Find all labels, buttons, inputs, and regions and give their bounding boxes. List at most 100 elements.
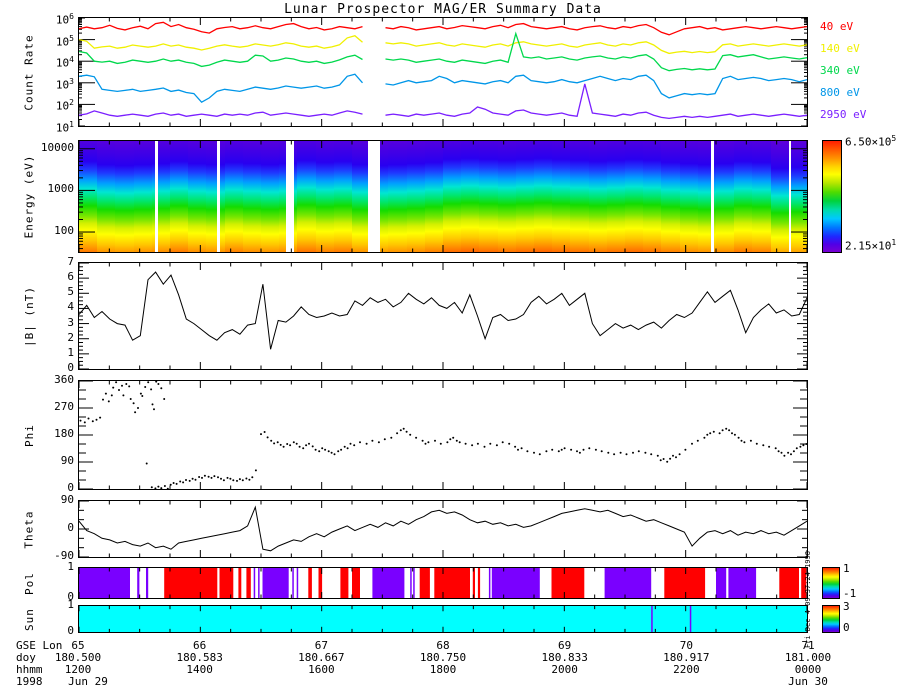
sun-event-line	[651, 606, 653, 632]
phi-dot	[112, 386, 115, 389]
count-rate-ytick: 106	[55, 12, 74, 27]
phi-dot	[324, 448, 327, 451]
xtick-hhmm: 1200	[64, 663, 92, 676]
phi-dot	[188, 479, 191, 482]
phi-dot	[118, 389, 120, 391]
phi-dot	[166, 487, 169, 489]
phi-dot	[279, 443, 282, 446]
phi-dot	[684, 448, 687, 451]
count_rate-plot	[79, 18, 807, 126]
phi-dot	[563, 447, 566, 450]
count-rate-ytick: 103	[55, 76, 74, 92]
phi-dot	[409, 433, 412, 436]
phi-dot	[154, 487, 157, 489]
phi-dot	[434, 439, 436, 442]
phi-ytick: 360	[54, 373, 74, 386]
phi-dot	[790, 453, 792, 456]
series-140-eV	[79, 34, 807, 55]
date-last-label: Jun 30	[788, 675, 828, 688]
phi-dot	[236, 479, 238, 482]
theta-panel	[78, 500, 808, 558]
phi-dot	[129, 398, 132, 400]
sun-colorbar-max-label: 3	[843, 600, 850, 613]
phi-dot	[270, 439, 273, 442]
phi-dot	[107, 400, 110, 403]
phi-dot	[248, 478, 251, 481]
phi-dot	[662, 458, 665, 460]
pol-segment	[296, 568, 299, 598]
phi-dot	[464, 442, 467, 445]
phi-dot	[245, 477, 248, 480]
phi-dot	[405, 430, 408, 433]
phi-dot	[125, 383, 128, 385]
phi-dot	[396, 432, 399, 435]
phi-dot	[390, 436, 393, 439]
bmag-ytick: 4	[67, 300, 74, 314]
phi-dot	[260, 433, 262, 436]
phi-dot	[191, 477, 194, 480]
series-2950-eV	[79, 83, 807, 120]
exponent: 1	[891, 238, 897, 247]
phi-dot	[155, 381, 158, 383]
phi-dot	[743, 441, 746, 444]
phi-dot	[588, 447, 591, 450]
phi-dot	[802, 444, 805, 447]
phi-ytick: 180	[54, 427, 74, 440]
phi-dot	[458, 441, 461, 444]
phi-dot	[179, 480, 182, 483]
phi-dot	[132, 402, 135, 405]
series-800-eV	[79, 73, 807, 104]
phi-dot	[471, 444, 474, 447]
legend-340-eV: 340 eV	[820, 64, 860, 77]
sun-ytick: 1	[67, 598, 74, 611]
phi-dot	[308, 442, 310, 445]
phi-dot	[557, 450, 560, 453]
phi-dot	[399, 429, 402, 432]
phi-dot	[222, 479, 225, 482]
pol-segment	[664, 568, 706, 598]
pol-segment	[219, 568, 234, 598]
sun-colorbar	[822, 605, 840, 633]
phi-dot	[371, 439, 374, 442]
theta-ytick: 0	[67, 521, 74, 534]
phi-dot	[520, 447, 523, 450]
pol-segment	[419, 568, 430, 598]
spectrogram-colorbar-max-label: 6.50×105	[845, 134, 897, 149]
phi-dot	[217, 476, 219, 479]
phi-dot	[263, 431, 266, 433]
pol-segment	[262, 568, 289, 598]
pol-segment	[477, 568, 481, 598]
pol-segment	[491, 568, 540, 598]
phi-dot	[134, 411, 137, 414]
phi-dot	[226, 476, 229, 479]
pol-colorbar-min-label: -1	[843, 587, 857, 600]
phi-dot	[780, 451, 783, 454]
phi-dot	[185, 479, 187, 481]
phi-dot	[706, 433, 709, 436]
phi-dot	[600, 450, 603, 453]
phi-dot	[728, 429, 731, 432]
pol-segment	[410, 568, 412, 598]
phi-dot	[139, 392, 142, 395]
legend-40-eV: 40 eV	[820, 20, 854, 33]
pol-colorbar-max-label: 1	[843, 562, 850, 575]
phi-dot	[755, 442, 758, 445]
phi-dot	[349, 442, 352, 445]
phi-dot	[656, 454, 659, 457]
phi-dot	[340, 448, 343, 451]
pol-segment	[79, 568, 130, 598]
energy-ytick: 100	[54, 224, 74, 238]
phi-dot	[415, 436, 418, 439]
phi-dot	[632, 451, 634, 454]
axis-row-year: 1998	[16, 675, 43, 688]
phi-dot	[286, 443, 289, 445]
phi-plot	[79, 381, 807, 489]
phi-dot	[353, 444, 356, 447]
phi-dot	[365, 442, 368, 445]
spectrogram-plot	[79, 141, 807, 252]
phi-dot	[625, 453, 628, 456]
exponent: 4	[69, 55, 74, 65]
pol-segment	[292, 568, 294, 598]
phi-dot	[141, 395, 144, 397]
pol-segment	[728, 568, 757, 598]
